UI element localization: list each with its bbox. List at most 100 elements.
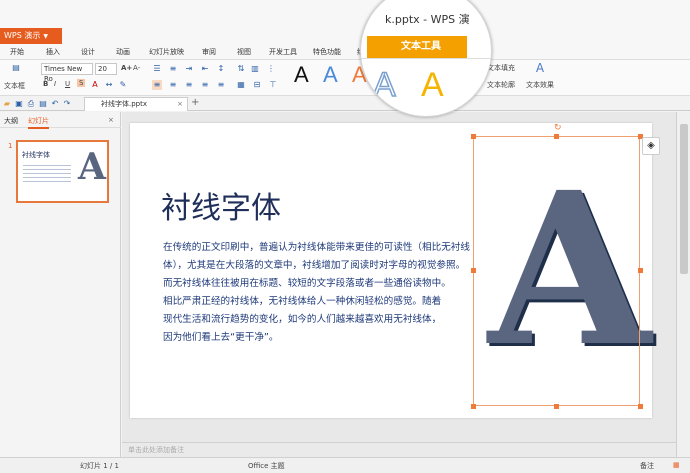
- shadow-button[interactable]: S: [77, 79, 86, 87]
- text-style-outline[interactable]: A: [372, 65, 396, 105]
- tab-review[interactable]: 审阅: [202, 47, 216, 57]
- resize-handle[interactable]: [471, 404, 476, 409]
- menu-bar: 开始 插入 设计 动画 幻灯片放映 审阅 视图 开发工具 特色功能 绘: [0, 44, 690, 60]
- text-effects-button[interactable]: 文本效果: [526, 80, 554, 90]
- align-center-icon[interactable]: ≡: [168, 80, 178, 90]
- slide-title[interactable]: 衬线字体: [161, 183, 281, 227]
- distribute-icon[interactable]: ≡: [216, 80, 226, 90]
- ribbon-toolbar: ▤ 文本框 Times New Ro 20 A+ A- B I U S A ↔ …: [0, 60, 690, 96]
- text-fill-button[interactable]: 文本填充: [487, 63, 515, 73]
- layers-icon[interactable]: ◈: [642, 137, 660, 155]
- panel-tabs: 大纲 幻灯片 ×: [0, 112, 121, 129]
- bullets-icon[interactable]: ☰: [152, 64, 162, 74]
- thumb-letter: A: [78, 146, 106, 188]
- char-spacing-icon[interactable]: ↔: [104, 80, 114, 90]
- text-direction-icon[interactable]: ⇅: [236, 64, 246, 74]
- textbox-button[interactable]: 文本框: [4, 81, 25, 91]
- font-name-select[interactable]: Times New Ro: [41, 63, 93, 83]
- title-bar: WPS 演示 ▼: [0, 0, 690, 44]
- notes-toggle[interactable]: 备注: [640, 461, 654, 471]
- tab-insert[interactable]: 插入: [46, 47, 60, 57]
- outdent-icon[interactable]: ⇤: [200, 64, 210, 74]
- resize-handle[interactable]: [638, 404, 643, 409]
- body-line: 现代生活和流行趋势的变化，如今的人们越来越喜欢用无衬线体，: [163, 314, 442, 325]
- italic-button[interactable]: I: [54, 80, 56, 88]
- resize-handle[interactable]: [471, 134, 476, 139]
- save-icon[interactable]: ▣: [14, 99, 24, 109]
- tab-slideshow[interactable]: 幻灯片放映: [149, 47, 184, 57]
- text-style-gold[interactable]: A: [421, 66, 444, 105]
- align-left-icon[interactable]: ≡: [152, 80, 162, 90]
- tab-developer[interactable]: 开发工具: [269, 47, 297, 57]
- normal-view-icon[interactable]: ▦: [673, 461, 680, 469]
- tab-features[interactable]: 特色功能: [313, 47, 341, 57]
- body-line: 相比严肃正经的衬线体，无衬线体给人一种休闲轻松的感觉。随着: [163, 296, 442, 307]
- text-style-blue[interactable]: A: [323, 64, 338, 86]
- resize-handle[interactable]: [554, 404, 559, 409]
- slide-thumbnail[interactable]: 衬线字体 A: [16, 140, 109, 203]
- open-folder-icon[interactable]: ▰: [2, 99, 12, 109]
- numbering-icon[interactable]: ≡: [168, 64, 178, 74]
- indent-icon[interactable]: ⇥: [184, 64, 194, 74]
- justify-icon[interactable]: ≡: [200, 80, 210, 90]
- document-tab-label: 衬线字体.pptx: [101, 100, 147, 108]
- clear-format-icon[interactable]: ✎: [118, 80, 128, 90]
- body-line: 因为他们看上去“更干净”。: [163, 332, 279, 343]
- tab-outline[interactable]: 大纲: [4, 116, 18, 126]
- app-menu-button[interactable]: WPS 演示 ▼: [0, 28, 62, 44]
- font-size-select[interactable]: 20: [95, 63, 117, 75]
- slide[interactable]: 衬线字体 在传统的正文印刷中，普遍认为衬线体能带来更佳的可读性（相比无衬线 体）…: [130, 123, 652, 418]
- close-icon[interactable]: ×: [177, 98, 183, 111]
- text-effects-icon: A: [535, 61, 545, 75]
- tab-design[interactable]: 设计: [81, 47, 95, 57]
- tab-home[interactable]: 开始: [10, 47, 24, 57]
- magnified-window-title: k.pptx - WPS 演: [385, 13, 470, 26]
- print-icon[interactable]: ⎙: [26, 99, 36, 109]
- undo-icon[interactable]: ↶: [50, 99, 60, 109]
- chevron-down-icon: ▼: [43, 33, 48, 40]
- underline-button[interactable]: U: [65, 80, 70, 88]
- resize-handle[interactable]: [638, 268, 643, 273]
- font-color-icon[interactable]: A: [90, 80, 100, 90]
- divider: [361, 58, 491, 59]
- tab-view[interactable]: 视图: [237, 47, 251, 57]
- bold-button[interactable]: B: [43, 80, 48, 88]
- resize-handle[interactable]: [554, 134, 559, 139]
- scrollbar-thumb[interactable]: [680, 124, 688, 274]
- new-tab-button[interactable]: +: [191, 97, 199, 108]
- tab-animation[interactable]: 动画: [116, 47, 130, 57]
- line-spacing-icon[interactable]: ↕: [216, 64, 226, 74]
- resize-handle[interactable]: [471, 268, 476, 273]
- body-line: 在传统的正文印刷中，普遍认为衬线体能带来更佳的可读性（相比无衬线: [163, 242, 470, 253]
- vertical-align-icon[interactable]: ⊤: [268, 80, 278, 90]
- slide-number: 1: [8, 142, 13, 150]
- vertical-scrollbar[interactable]: [676, 112, 690, 457]
- align-text-icon[interactable]: ⊟: [252, 80, 262, 90]
- quick-access-bar: ▰ ▣ ⎙ ▤ ↶ ↷ 衬线字体.pptx × +: [0, 97, 690, 111]
- text-style-black[interactable]: A: [294, 64, 309, 86]
- text-outline-button[interactable]: 文本轮廓: [487, 80, 515, 90]
- text-tools-tab[interactable]: 文本工具: [367, 36, 467, 58]
- close-panel-icon[interactable]: ×: [108, 116, 114, 124]
- preview-icon[interactable]: ▤: [38, 99, 48, 109]
- align-right-icon[interactable]: ≡: [184, 80, 194, 90]
- redo-icon[interactable]: ↷: [62, 99, 72, 109]
- shrink-font-button[interactable]: A-: [133, 64, 140, 72]
- slide-canvas-area: 衬线字体 在传统的正文印刷中，普遍认为衬线体能带来更佳的可读性（相比无衬线 体）…: [122, 112, 676, 442]
- textbox-icon: ▤: [12, 63, 20, 72]
- slide-panel: 大纲 幻灯片 × 1 衬线字体 A: [0, 112, 121, 457]
- theme-name: Office 主题: [248, 462, 285, 470]
- thumb-title: 衬线字体: [22, 151, 50, 159]
- rotate-handle-icon[interactable]: ↻: [554, 123, 562, 133]
- slide-counter: 幻灯片 1 / 1: [80, 462, 119, 470]
- body-line: 体），尤其是在大段落的文章中，衬线增加了阅读时对字母的视觉参照。: [163, 260, 466, 271]
- notes-pane[interactable]: 单击此处添加备注: [122, 442, 676, 457]
- document-tab[interactable]: 衬线字体.pptx ×: [84, 97, 188, 111]
- convert-smartart-icon[interactable]: ▦: [236, 80, 246, 90]
- slide-body-text[interactable]: 在传统的正文印刷中，普遍认为衬线体能带来更佳的可读性（相比无衬线 体），尤其是在…: [163, 239, 523, 347]
- notes-placeholder: 单击此处添加备注: [128, 446, 184, 454]
- more-icon[interactable]: ⋮: [266, 64, 276, 74]
- grow-font-button[interactable]: A+: [121, 64, 132, 72]
- columns-icon[interactable]: ▥: [250, 64, 260, 74]
- tab-slides[interactable]: 幻灯片: [28, 116, 49, 129]
